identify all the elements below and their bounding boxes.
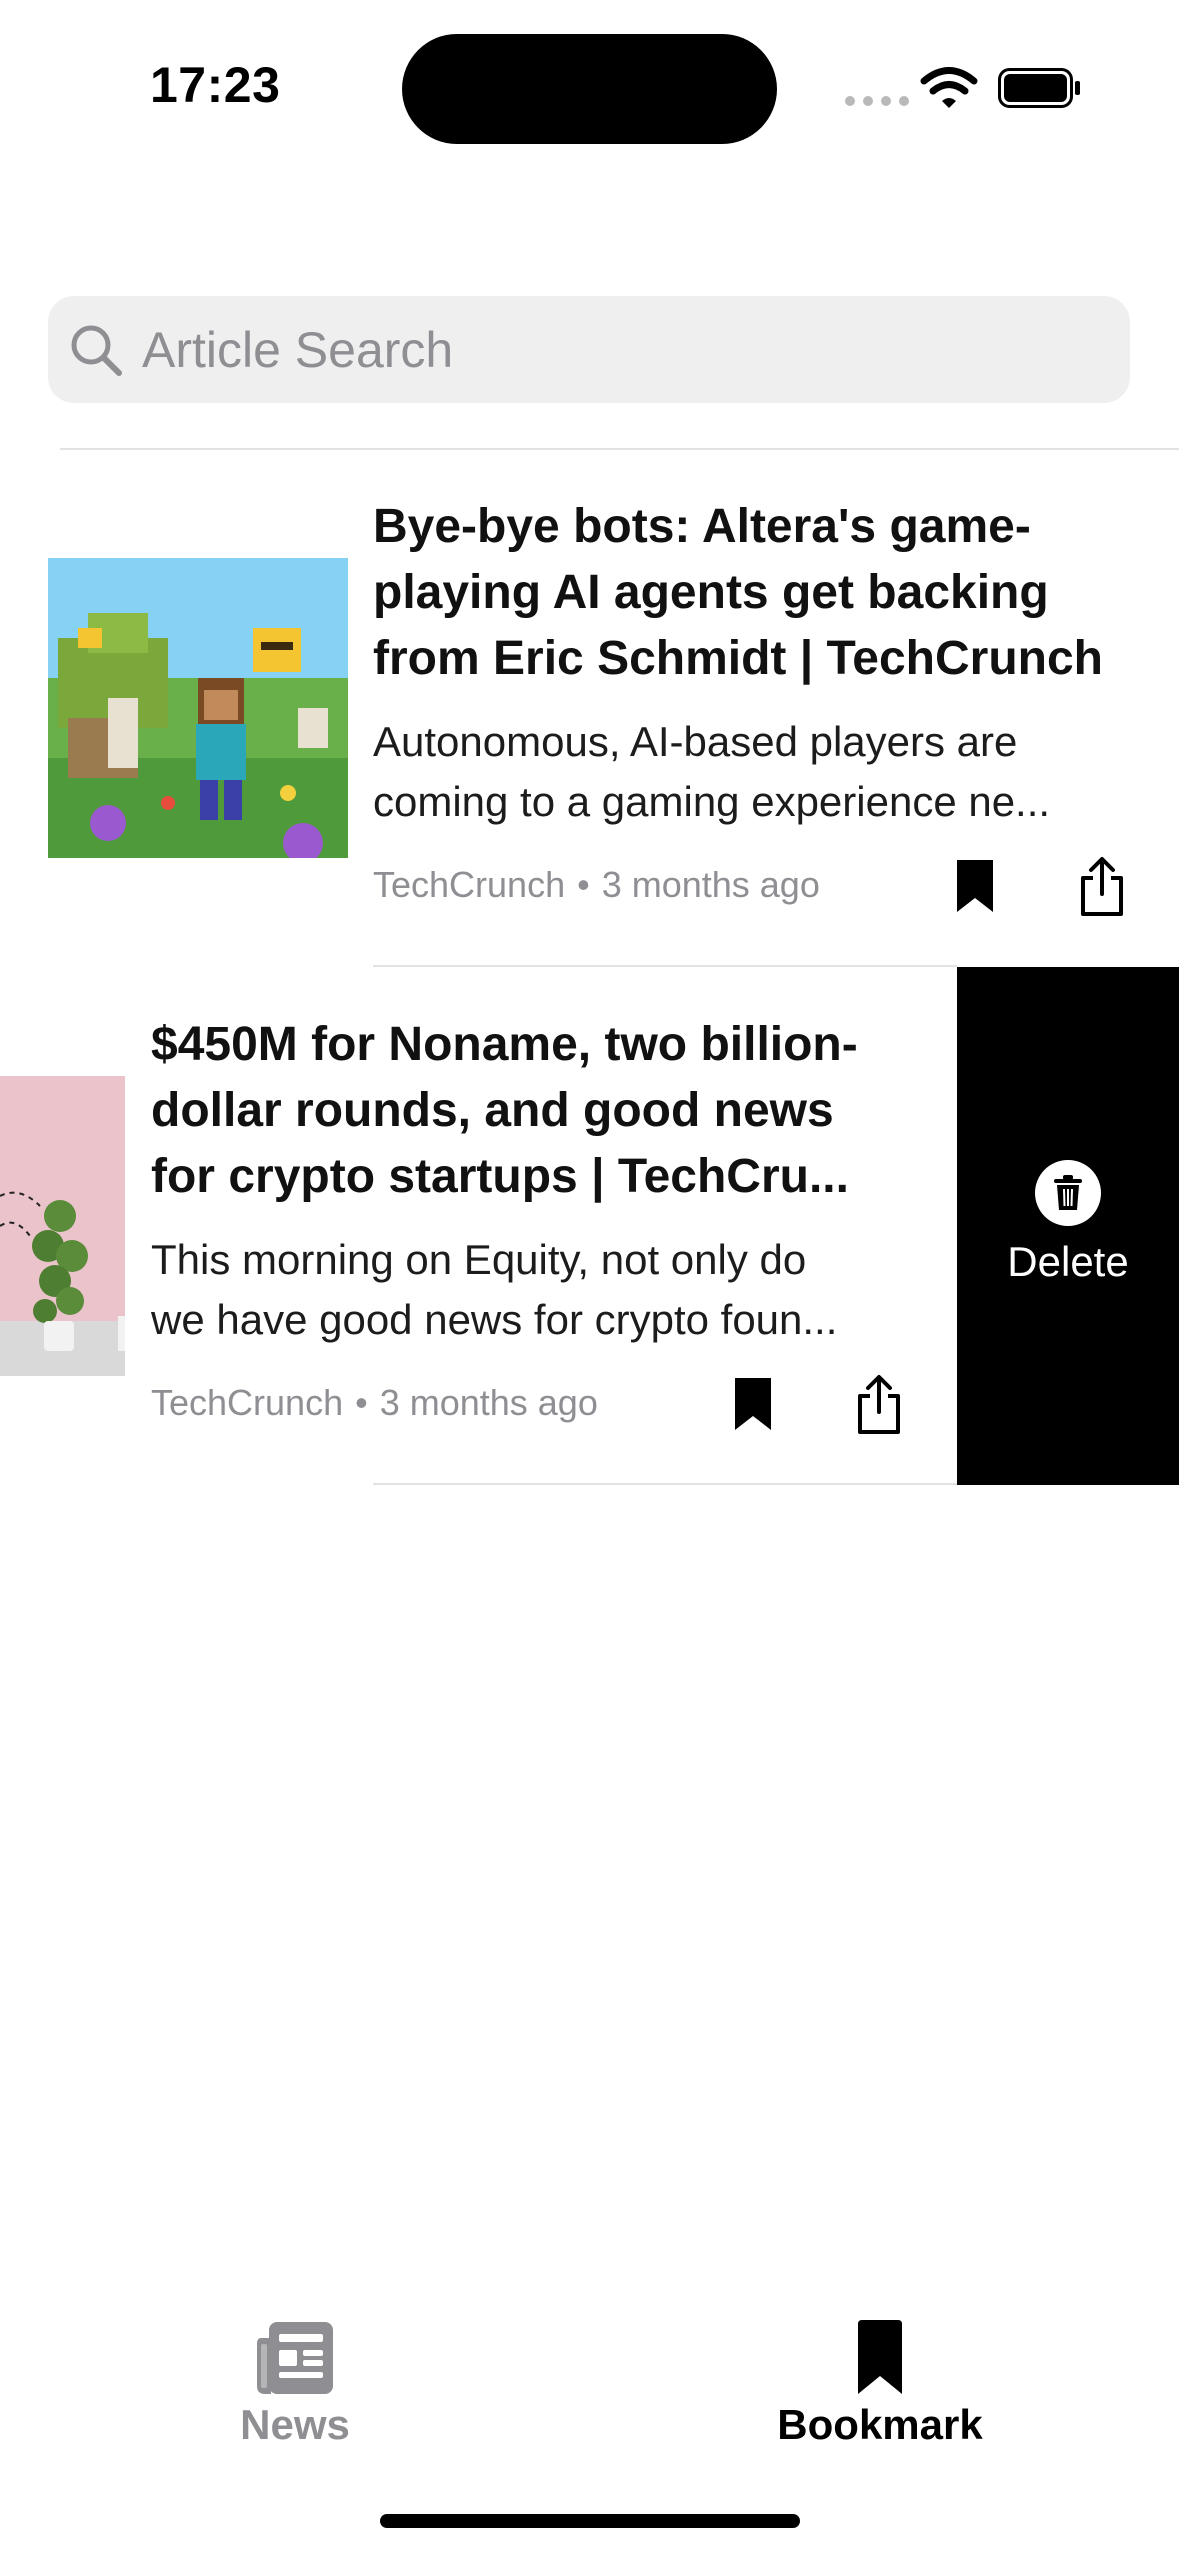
delete-label: Delete [1007, 1238, 1129, 1285]
tab-label: News [240, 2401, 350, 2448]
search-input[interactable] [142, 308, 1102, 392]
article-headline[interactable]: $450M for Noname, two billion- dollar ro… [151, 1012, 941, 1210]
status-time: 17:23 [150, 57, 281, 113]
cellular-signal-icon [845, 96, 909, 106]
tab-label: Bookmark [777, 2401, 983, 2448]
delete-button[interactable] [957, 967, 1179, 1485]
wifi-icon [920, 67, 978, 108]
bookmark-icon [858, 2320, 902, 2394]
article-source: TechCrunch [373, 864, 566, 905]
meta-separator: • [577, 864, 590, 905]
tab-news[interactable]: News [180, 2320, 410, 2449]
article-headline[interactable]: Bye-bye bots: Altera's game- playing AI … [373, 494, 1163, 692]
home-indicator[interactable] [380, 2514, 800, 2528]
summary-line: we have good news for crypto foun... [151, 1296, 838, 1343]
summary-line: Autonomous, AI-based players are [373, 718, 1018, 765]
list-divider [373, 1483, 957, 1485]
bookmark-icon[interactable] [955, 858, 995, 914]
search-icon [71, 325, 122, 376]
share-icon[interactable] [855, 1374, 903, 1436]
list-divider [60, 448, 1179, 450]
article-meta: TechCrunch • 3 months ago [151, 1382, 598, 1424]
article-source: TechCrunch [151, 1382, 344, 1423]
summary-line: This morning on Equity, not only do [151, 1236, 807, 1283]
headline-line: playing AI agents get backing [373, 566, 1049, 619]
article-summary: Autonomous, AI-based players are coming … [373, 712, 1163, 832]
bookmark-icon[interactable] [733, 1376, 773, 1432]
headline-line: from Eric Schmidt | TechCrunch [373, 632, 1103, 685]
article-time: 3 months ago [601, 864, 820, 905]
headline-line: $450M for Noname, two billion- [151, 1018, 858, 1071]
headline-line: Bye-bye bots: Altera's game- [373, 500, 1031, 553]
article-thumbnail [0, 1076, 125, 1376]
share-icon[interactable] [1078, 856, 1126, 918]
article-meta: TechCrunch • 3 months ago [373, 864, 820, 906]
summary-line: coming to a gaming experience ne... [373, 778, 1051, 825]
trash-icon [1035, 1160, 1101, 1226]
battery-icon [998, 68, 1080, 108]
tab-bookmark[interactable]: Bookmark [760, 2320, 1000, 2449]
article-summary: This morning on Equity, not only do we h… [151, 1230, 941, 1350]
article-time: 3 months ago [379, 1382, 598, 1423]
headline-line: for crypto startups | TechCru... [151, 1150, 849, 1203]
dynamic-island [402, 34, 777, 144]
article-thumbnail [48, 558, 348, 858]
meta-separator: • [355, 1382, 368, 1423]
newspaper-icon [257, 2322, 333, 2394]
headline-line: dollar rounds, and good news [151, 1084, 834, 1137]
list-divider [373, 965, 957, 967]
